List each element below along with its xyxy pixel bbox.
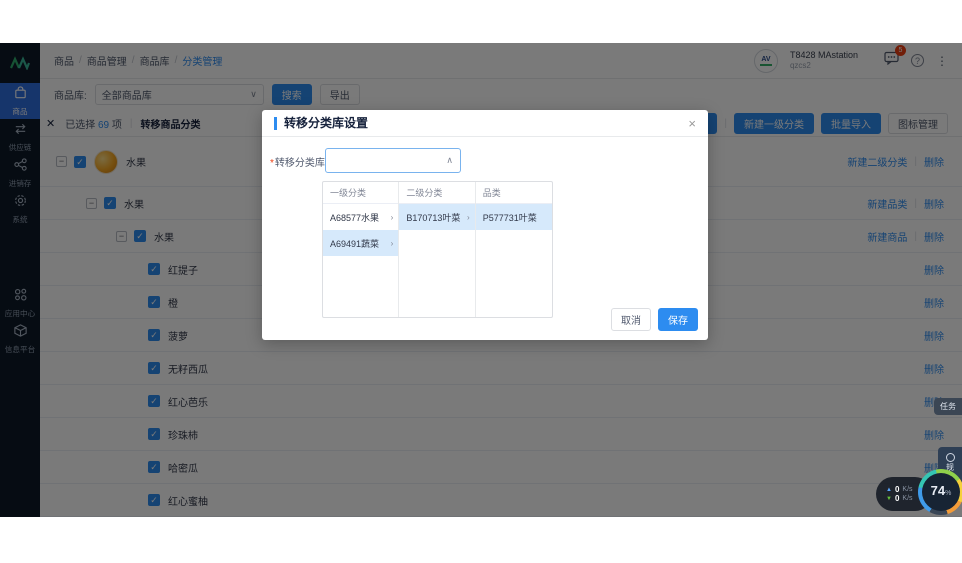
cascader-option[interactable]: A68577水果 › — [323, 204, 398, 230]
cascader-option-label: B170713叶菜 — [406, 211, 460, 224]
save-button[interactable]: 保存 — [658, 308, 698, 331]
cascader-option[interactable]: B170713叶菜 › — [399, 204, 474, 230]
close-icon[interactable]: × — [688, 116, 696, 131]
cascader-column: 品类 P577731叶菜 — [476, 182, 552, 317]
modal-title: 转移分类库设置 — [274, 117, 368, 130]
cascader-column-header: 一级分类 — [323, 182, 398, 204]
gauge-value: 74 — [931, 484, 945, 497]
cascader-option-label: A69491蔬菜 — [330, 237, 379, 250]
cascader-column: 一级分类 A68577水果 › A69491蔬菜 › — [323, 182, 399, 317]
transfer-field-label: *转移分类库: — [270, 154, 328, 169]
transfer-category-modal: 转移分类库设置 × *转移分类库: ∧ 一级分类A68577水果›A69491蔬… — [262, 110, 708, 340]
cascader-option[interactable]: A69491蔬菜 › — [323, 230, 398, 256]
chevron-right-icon: › — [391, 239, 394, 248]
performance-gauge-widget[interactable]: 74 % — [918, 469, 962, 515]
download-arrow-icon: ▼ — [886, 496, 892, 502]
cascader-option-label: A68577水果 — [330, 211, 379, 224]
upload-arrow-icon: ▲ — [886, 487, 892, 493]
task-tab-label: 任务 — [940, 401, 956, 412]
task-edge-tab[interactable]: 任务 — [934, 398, 962, 415]
circle-icon — [946, 453, 955, 462]
cascader-option[interactable]: P577731叶菜 — [476, 204, 552, 230]
transfer-library-input[interactable]: ∧ — [325, 148, 461, 173]
cascader-column: 二级分类 B170713叶菜 › — [399, 182, 475, 317]
cascader-column-header: 二级分类 — [399, 182, 474, 204]
category-cascader: 一级分类 A68577水果 › A69491蔬菜 › 二级分类 B170713叶菜 › 品类 P5… — [322, 181, 553, 318]
chevron-up-icon: ∧ — [446, 155, 453, 166]
chevron-right-icon: › — [467, 213, 470, 222]
cancel-button[interactable]: 取消 — [611, 308, 651, 331]
gauge-unit: % — [945, 490, 951, 497]
chevron-right-icon: › — [391, 213, 394, 222]
cascader-column-header: 品类 — [476, 182, 552, 204]
cascader-option-label: P577731叶菜 — [483, 211, 537, 224]
